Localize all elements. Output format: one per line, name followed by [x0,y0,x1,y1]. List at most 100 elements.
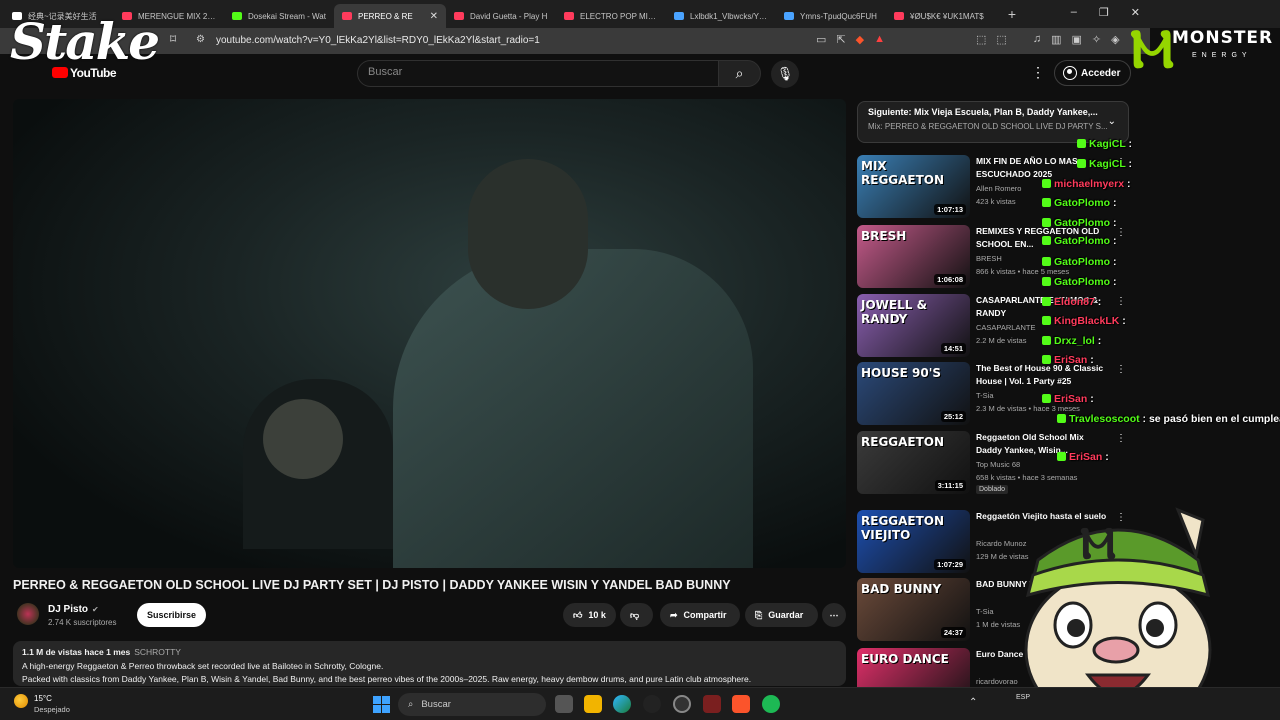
site-info-icon[interactable]: ⚙ [196,34,205,45]
chat-text: : [1112,235,1117,247]
description-line: A high-energy Reggaeton & Perreo throwba… [22,660,384,671]
video-menu-icon[interactable]: ⋮ [1116,296,1126,307]
video-thumbnail[interactable]: REGGAETON VIEJITO 1:07:29 [857,510,970,573]
chat-username: KagiCL [1089,138,1126,150]
search-button[interactable]: ⌕ [718,60,761,87]
search-icon: ⌕ [735,65,744,81]
install-icon[interactable]: ▭ [816,33,826,46]
minimize-button[interactable]: – [1071,6,1077,19]
wallet-icon[interactable]: ▣ [1071,33,1081,46]
brave-rewards-icon[interactable]: ▲ [874,33,885,46]
vpn-icon[interactable]: ◈ [1111,33,1119,46]
channel-name[interactable]: CASAPARLANTE [976,323,1035,332]
app-icon[interactable] [703,695,721,713]
extension-icon[interactable]: ⬚ [996,33,1006,46]
browser-tab[interactable]: ELECTRO POP MIX 20 [556,4,666,28]
edge-icon[interactable] [613,695,631,713]
signin-button[interactable]: Acceder [1054,60,1131,86]
brave-shield-icon[interactable]: ◆ [856,33,864,46]
dislike-button[interactable]: 👎︎ [620,603,653,627]
video-thumbnail[interactable]: HOUSE 90'S 25:12 [857,362,970,425]
like-button[interactable]: 👍︎ 10 k [563,603,616,627]
channel-name[interactable]: DJ Pisto [48,604,88,615]
video-thumbnail[interactable]: BRESH 1:06:08 [857,225,970,288]
browser-tab[interactable]: Lxlbdk1_Vlbwcks/Yrm [666,4,776,28]
new-tab-button[interactable]: + [1002,6,1022,22]
tray-overflow-icon[interactable]: ⌃ [969,697,977,708]
share-page-icon[interactable]: ⇱ [836,33,845,46]
channel-avatar[interactable] [17,603,39,625]
search-input[interactable] [368,66,708,78]
video-thumbnail[interactable]: MIX REGGAETON 1:07:13 [857,155,970,218]
browser-tab[interactable]: Ymns-TpudQuc6FUH [776,4,886,28]
maximize-button[interactable]: ❐ [1099,6,1109,19]
media-controls-icon[interactable]: ♫ [1033,33,1041,46]
description-tag[interactable]: SCHROTTY [134,647,181,657]
video-meta: 1 M de vistas [976,620,1021,629]
browser-tab[interactable]: David Guetta - Play H [446,4,556,28]
browser-tab[interactable]: ¥ØU$K€ ¥UK1MAT$ [886,4,996,28]
chat-text: : [1112,197,1117,209]
spotify-icon[interactable] [762,695,780,713]
tab-favicon-icon [564,12,574,20]
task-view-icon[interactable] [555,695,573,713]
search-box [357,60,719,87]
dubbed-badge: Doblado [976,485,1009,494]
video-menu-icon[interactable]: ⋮ [1116,364,1126,375]
close-tab-icon[interactable]: ✕ [430,11,438,22]
chevron-down-icon[interactable]: ⌄ [1108,116,1116,127]
chat-username: GatoPlomo [1054,256,1111,268]
leo-icon[interactable]: ✧ [1092,33,1101,46]
video-thumbnail[interactable]: BAD BUNNY 24:37 [857,578,970,641]
channel-name[interactable]: Allen Romero [976,184,1021,193]
tab-label: Lxlbdk1_Vlbwcks/Yrm [690,11,768,21]
chat-badge-icon [1057,414,1066,423]
video-meta: 2.2 M de vistas [976,336,1027,345]
channel-name[interactable]: ricardovorao [976,677,1018,686]
start-button[interactable] [373,696,390,713]
chat-text: : [1105,451,1109,463]
file-explorer-icon[interactable] [584,695,602,713]
channel-name[interactable]: BRESH [976,254,1002,263]
share-button[interactable]: ➦ Compartir [660,603,740,627]
chat-text: : [1128,138,1132,150]
taskbar-search[interactable]: ⌕ Buscar [398,693,546,716]
address-bar-row: ⌑ ⚙ youtube.com/watch?v=Y0_lEkKa2Yl&list… [0,28,1150,54]
video-duration: 3:11:15 [934,480,966,491]
channel-name[interactable]: T-Sia [976,391,994,400]
save-button[interactable]: ⎘ Guardar [745,603,818,627]
app-icon[interactable] [643,695,661,713]
up-next-panel[interactable]: Siguiente: Mix Vieja Escuela, Plan B, Da… [857,101,1129,143]
browser-tab[interactable]: Dosekai Stream - Wat [224,4,334,28]
video-menu-icon[interactable]: ⋮ [1116,433,1126,444]
up-next-subtitle: Mix: PERREO & REGGAETON OLD SCHOOL LIVE … [868,122,1108,131]
brave-icon[interactable] [732,695,750,713]
chat-text: : [1122,315,1126,327]
video-thumbnail[interactable]: JOWELL & RANDY 14:51 [857,294,970,357]
close-window-button[interactable]: ✕ [1131,6,1140,19]
language-indicator[interactable]: ESP [1016,694,1030,701]
weather-icon[interactable] [14,694,28,708]
video-menu-icon[interactable]: ⋮ [1116,227,1126,238]
chat-badge-icon [1042,336,1051,345]
tab-favicon-icon [454,12,464,20]
chat-text: : [1126,178,1131,190]
obs-icon[interactable] [673,695,691,713]
tab-label: ELECTRO POP MIX 20 [580,11,658,21]
url-field[interactable]: youtube.com/watch?v=Y0_lEkKa2Yl&list=RDY… [216,35,540,46]
sidebar-icon[interactable]: ▥ [1051,33,1061,46]
chat-text: : [1097,335,1102,347]
subscribe-button[interactable]: Suscribirse [137,603,206,627]
video-player[interactable] [13,99,846,568]
settings-menu-button[interactable]: ⋮ [1031,64,1045,81]
voice-search-button[interactable]: 🎙︎ [771,60,799,88]
video-meta: 658 k vistas • hace 3 semanas [976,473,1078,482]
video-thumbnail[interactable]: REGGAETON 3:11:15 [857,431,970,494]
bookmark-icon[interactable]: ⌑ [170,32,176,46]
more-actions-button[interactable]: ⋯ [822,603,846,627]
description-box[interactable]: 1.1 M de vistas hace 1 mes SCHROTTY A hig… [13,641,846,686]
extension-icon[interactable]: ⬚ [976,33,986,46]
channel-name[interactable]: Top Music 68 [976,460,1020,469]
channel-name[interactable]: T-Sia [976,607,994,616]
browser-tab[interactable]: PERREO & RE ✕ [334,4,446,28]
